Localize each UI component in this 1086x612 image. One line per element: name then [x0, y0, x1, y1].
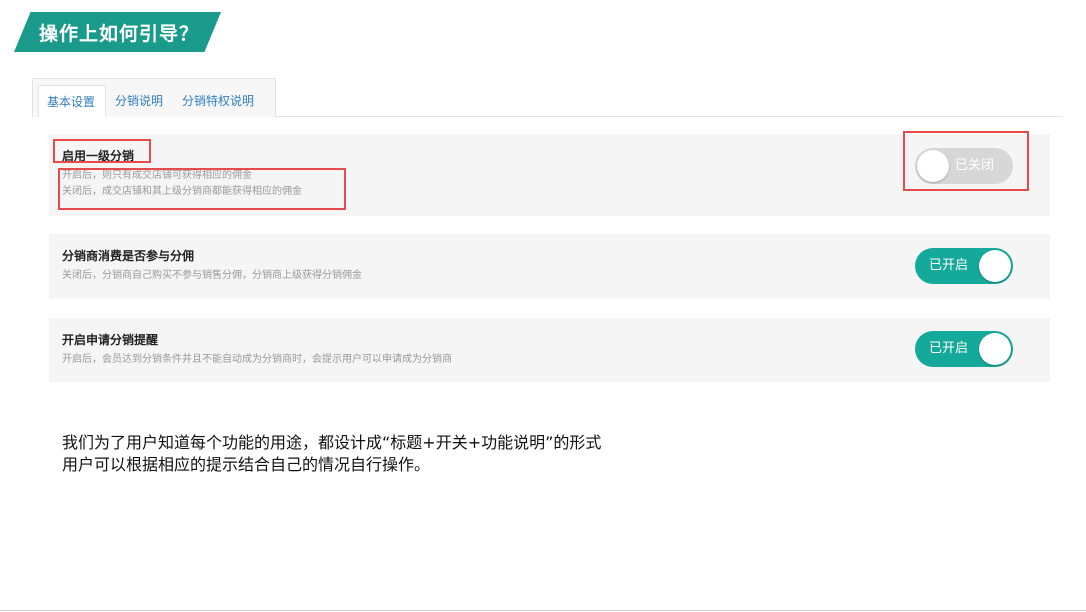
toggle-knob: [979, 250, 1011, 282]
annotation-box-description: [58, 168, 346, 210]
tab-basic-settings[interactable]: 基本设置: [38, 85, 106, 117]
application-reminder-toggle[interactable]: 已开启: [915, 331, 1013, 367]
setting-title: 开启申请分销提醒: [62, 333, 159, 347]
bottom-divider: [0, 610, 1086, 611]
settings-tabs: 基本设置 分销说明 分销特权说明: [32, 78, 1063, 117]
toggle-label: 已开启: [929, 258, 969, 273]
caption-line: 我们为了用户知道每个功能的用途，都设计成“标题+开关+功能说明”的形式: [62, 433, 602, 452]
slide-heading: 操作上如何引导？: [39, 22, 200, 45]
annotation-box-title: [53, 139, 151, 163]
slide-caption: 我们为了用户知道每个功能的用途，都设计成“标题+开关+功能说明”的形式 用户可以…: [62, 432, 601, 476]
setting-description-line: 开启后，会员达到分销条件并且不能自动成为分销商时，会提示用户可以申请成为分销商: [62, 354, 452, 365]
setting-card-distributor-self-purchase: 分销商消费是否参与分佣 关闭后，分销商自己购买不参与销售分佣，分销商上级获得分销…: [49, 234, 1050, 299]
setting-description-line: 关闭后，分销商自己购买不参与销售分佣，分销商上级获得分销佣金: [62, 270, 362, 281]
toggle-knob: [979, 333, 1011, 365]
setting-card-application-reminder: 开启申请分销提醒 开启后，会员达到分销条件并且不能自动成为分销商时，会提示用户可…: [49, 318, 1050, 382]
slide-heading-banner: 操作上如何引导？: [14, 12, 221, 52]
annotation-box-toggle: [903, 131, 1029, 191]
tab-distribution-privilege[interactable]: 分销特权说明: [174, 85, 268, 117]
distributor-self-purchase-toggle[interactable]: 已开启: [915, 248, 1013, 284]
setting-title: 分销商消费是否参与分佣: [62, 249, 195, 263]
toggle-label: 已开启: [929, 341, 969, 356]
tab-distribution-description[interactable]: 分销说明: [107, 85, 173, 117]
caption-line: 用户可以根据相应的提示结合自己的情况自行操作。: [62, 455, 431, 474]
